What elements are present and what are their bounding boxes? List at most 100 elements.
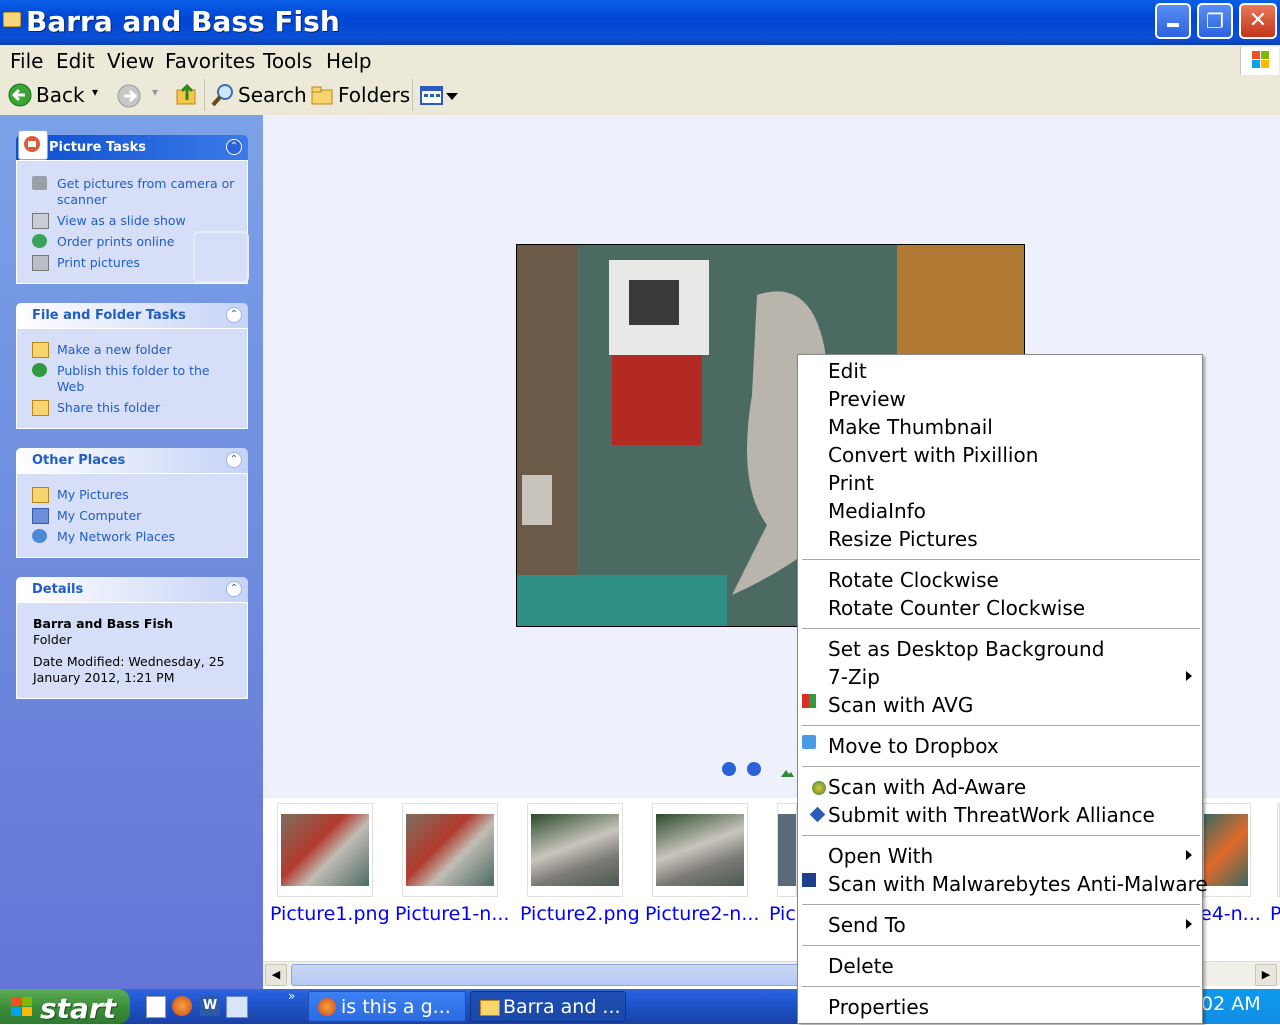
details-title: Details	[32, 582, 84, 597]
menu-item-7zip[interactable]: 7-Zip	[828, 665, 880, 689]
my-pictures-link[interactable]: My Pictures	[57, 487, 129, 503]
slideshow-link[interactable]: View as a slide show	[57, 213, 186, 229]
search-button[interactable]: Search	[238, 83, 307, 107]
thumbnail-picture3[interactable]	[777, 803, 797, 897]
menu-item-scan-avg[interactable]: Scan with AVG	[828, 693, 973, 717]
menu-item-set-desktop-background[interactable]: Set as Desktop Background	[828, 637, 1104, 661]
picture-tasks-title: Picture Tasks	[49, 140, 146, 155]
malwarebytes-icon	[802, 873, 816, 887]
thumb-label-picture2-n[interactable]: Picture2-n...	[645, 903, 759, 925]
file-folder-tasks-header[interactable]: File and Folder Tasks ⌃	[16, 303, 248, 328]
my-network-places-link[interactable]: My Network Places	[57, 529, 175, 545]
menu-item-threatwork[interactable]: Submit with ThreatWork Alliance	[828, 803, 1155, 827]
collapse-icon[interactable]: ⌃	[226, 139, 242, 155]
folders-button[interactable]: Folders	[338, 83, 410, 107]
quicklaunch-document-icon[interactable]	[146, 996, 166, 1018]
thumbnail-picture1[interactable]	[277, 803, 373, 897]
forward-button[interactable]	[117, 84, 141, 108]
next-image-icon[interactable]	[747, 762, 761, 776]
menu-separator	[802, 904, 1200, 906]
scroll-left-button[interactable]: ◀	[265, 964, 287, 986]
quicklaunch-firefox-icon[interactable]	[172, 996, 192, 1016]
menu-item-delete[interactable]: Delete	[828, 954, 894, 978]
menu-item-scan-ad-aware[interactable]: Scan with Ad-Aware	[828, 775, 1026, 799]
thumb-label-picture1-n[interactable]: Picture1-n...	[395, 903, 509, 925]
menu-item-properties[interactable]: Properties	[828, 995, 929, 1019]
back-button[interactable]	[8, 83, 34, 109]
publish-folder-link[interactable]: Publish this folder to the Web	[57, 363, 217, 395]
thumbnail-picture2-n[interactable]	[652, 803, 748, 897]
menu-item-preview[interactable]: Preview	[828, 387, 906, 411]
other-places-header[interactable]: Other Places ⌃	[16, 448, 248, 473]
submenu-arrow-icon	[1186, 671, 1192, 681]
menu-edit[interactable]: Edit	[56, 49, 95, 73]
back-arrow-icon	[8, 83, 32, 107]
menu-item-make-thumbnail[interactable]: Make Thumbnail	[828, 415, 993, 439]
menu-item-open-with[interactable]: Open With	[828, 844, 933, 868]
scroll-thumb[interactable]	[291, 964, 853, 986]
thumbnail-picture4-n[interactable]	[1203, 803, 1251, 897]
share-folder-link[interactable]: Share this folder	[57, 400, 160, 416]
back-label[interactable]: Back	[36, 83, 85, 107]
menu-separator	[802, 945, 1200, 947]
title-bar[interactable]: Barra and Bass Fish ❐ ✕	[0, 0, 1280, 45]
menu-item-malwarebytes[interactable]: Scan with Malwarebytes Anti-Malware	[828, 872, 1208, 896]
thumb-label-picture4-n[interactable]: e4-n...	[1200, 903, 1261, 925]
thumbnail-picture1-n[interactable]	[402, 803, 498, 897]
start-button[interactable]: start	[0, 989, 130, 1025]
menu-item-print[interactable]: Print	[828, 471, 874, 495]
restore-button[interactable]: ❐	[1197, 3, 1233, 39]
collapse-icon[interactable]: ⌃	[226, 452, 242, 468]
up-folder-button[interactable]	[175, 82, 199, 108]
search-icon[interactable]	[211, 83, 235, 107]
close-button[interactable]: ✕	[1239, 3, 1277, 39]
menu-help[interactable]: Help	[326, 49, 372, 73]
menu-view[interactable]: View	[107, 49, 154, 73]
get-pictures-link[interactable]: Get pictures from camera or scanner	[57, 176, 237, 208]
menu-item-convert-pixillion[interactable]: Convert with Pixillion	[828, 443, 1038, 467]
menu-separator	[802, 628, 1200, 630]
menu-item-send-to[interactable]: Send To	[828, 913, 906, 937]
my-computer-link[interactable]: My Computer	[57, 508, 141, 524]
thumb-label-picture1[interactable]: Picture1.png	[270, 903, 390, 925]
publish-web-icon	[32, 363, 47, 377]
thumb-label-partial[interactable]: Pic	[769, 903, 796, 925]
minimize-button[interactable]	[1155, 3, 1191, 39]
views-button[interactable]	[420, 85, 462, 107]
context-menu: Edit Preview Make Thumbnail Convert with…	[797, 354, 1208, 1024]
thumbnail-picture2[interactable]	[527, 803, 623, 897]
menu-item-mediainfo[interactable]: MediaInfo	[828, 499, 926, 523]
menu-item-rotate-counter-clockwise[interactable]: Rotate Counter Clockwise	[828, 596, 1085, 620]
order-prints-link[interactable]: Order prints online	[57, 234, 174, 250]
print-pictures-link[interactable]: Print pictures	[57, 255, 140, 271]
menu-file[interactable]: File	[10, 49, 43, 73]
menu-item-resize-pictures[interactable]: Resize Pictures	[828, 527, 978, 551]
menu-item-move-dropbox[interactable]: Move to Dropbox	[828, 734, 999, 758]
picture-tasks-header[interactable]: Picture Tasks ⌃	[16, 135, 248, 160]
file-folder-tasks-title: File and Folder Tasks	[32, 308, 186, 323]
back-dropdown-icon[interactable]: ▾	[92, 85, 98, 99]
details-header[interactable]: Details ⌃	[16, 577, 248, 602]
taskbar-explorer-window[interactable]: Barra and ...	[470, 991, 626, 1022]
best-fit-icon[interactable]	[780, 763, 794, 777]
thumb-label-partial-right[interactable]: P	[1270, 903, 1280, 925]
quicklaunch-chevron[interactable]: »	[288, 989, 295, 1003]
collapse-icon[interactable]: ⌃	[226, 581, 242, 597]
clock[interactable]: 02 AM	[1201, 993, 1261, 1015]
collapse-icon[interactable]: ⌃	[226, 307, 242, 323]
menu-favorites[interactable]: Favorites	[165, 49, 255, 73]
taskbar-firefox-window[interactable]: is this a g...	[308, 991, 466, 1022]
previous-image-icon[interactable]	[722, 762, 736, 776]
menu-item-rotate-clockwise[interactable]: Rotate Clockwise	[828, 568, 999, 592]
forward-arrow-icon	[117, 84, 141, 108]
quicklaunch-word-icon[interactable]: W	[200, 996, 220, 1016]
menu-tools[interactable]: Tools	[263, 49, 312, 73]
menu-item-edit[interactable]: Edit	[828, 359, 867, 383]
folders-icon	[311, 85, 335, 107]
quicklaunch-app-icon[interactable]	[226, 996, 248, 1018]
scroll-right-button[interactable]: ▶	[1255, 964, 1277, 986]
forward-dropdown-icon[interactable]: ▾	[152, 85, 158, 99]
threatwork-icon	[809, 806, 826, 823]
make-folder-link[interactable]: Make a new folder	[57, 342, 172, 358]
thumb-label-picture2[interactable]: Picture2.png	[520, 903, 640, 925]
